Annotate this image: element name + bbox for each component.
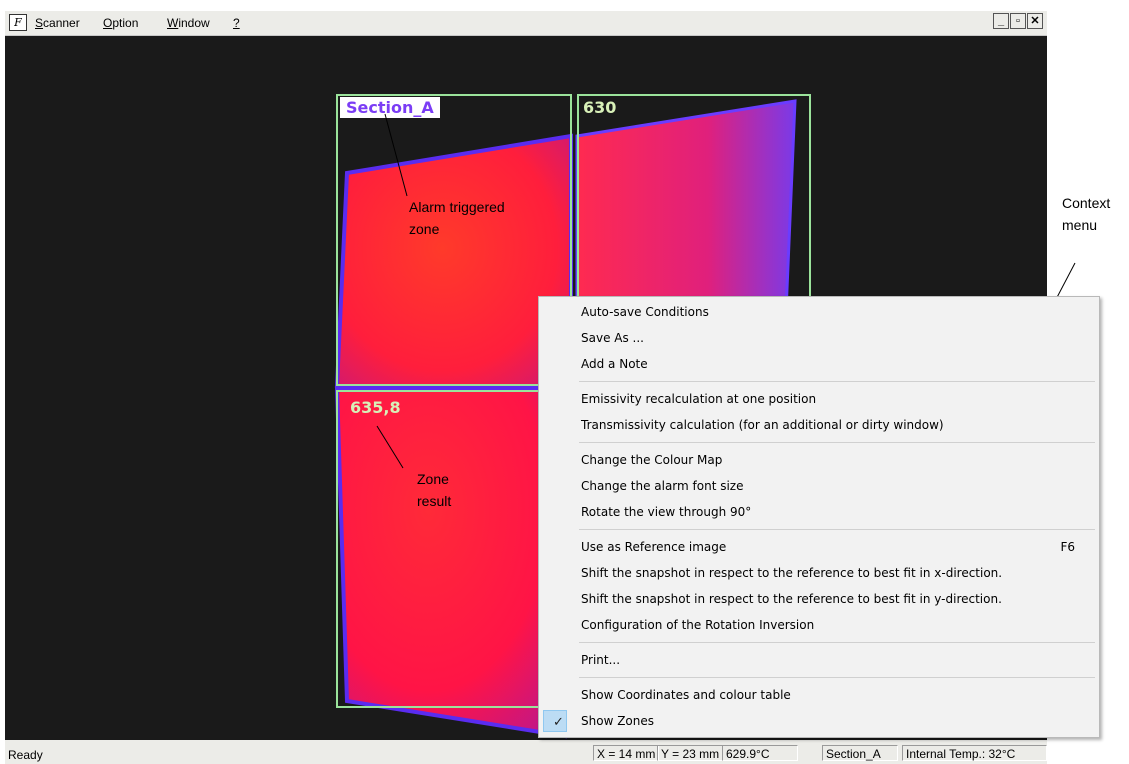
ctx-label: Print...: [581, 653, 621, 667]
ctx-rotation-inversion[interactable]: Configuration of the Rotation Inversion: [539, 613, 1097, 637]
alarm-annotation-line2: zone: [409, 221, 440, 237]
ctx-separator: [579, 677, 1095, 678]
menu-window-mnemonic: W: [167, 16, 179, 30]
zone-result-line2: result: [417, 493, 452, 509]
ctx-label: Configuration of the Rotation Inversion: [581, 618, 815, 632]
restore-button[interactable]: ▫: [1010, 13, 1026, 29]
ctx-save-as[interactable]: Save As ...: [539, 326, 1097, 350]
minimize-button[interactable]: _: [993, 13, 1009, 29]
zone-section-a-label: Section_A: [340, 97, 440, 118]
ctx-shift-x[interactable]: Shift the snapshot in respect to the ref…: [539, 561, 1097, 585]
ctx-shortcut: F6: [1060, 540, 1075, 554]
alarm-annotation: Alarm triggered zone: [409, 196, 505, 240]
menu-option-mnemonic: O: [103, 16, 113, 30]
status-bar: Ready X = 14 mm Y = 23 mm 629.9°C Sectio…: [5, 740, 1047, 764]
ctx-separator: [579, 529, 1095, 530]
ctx-label: Save As ...: [581, 331, 644, 345]
ctx-label: Change the alarm font size: [581, 479, 744, 493]
ctx-transmissivity-calc[interactable]: Transmissivity calculation (for an addit…: [539, 413, 1097, 437]
ctx-show-coordinates[interactable]: Show Coordinates and colour table: [539, 683, 1097, 707]
menu-scanner[interactable]: Scanner: [35, 16, 80, 30]
context-menu: Auto-save Conditions Save As ... Add a N…: [538, 296, 1100, 738]
ctx-show-zones[interactable]: ✓ Show Zones: [539, 709, 1097, 733]
context-menu-annotation: Context menu: [1062, 192, 1110, 236]
alarm-annotation-line1: Alarm triggered: [409, 199, 505, 215]
ctx-label: Change the Colour Map: [581, 453, 723, 467]
context-annotation-line1: Context: [1062, 195, 1111, 211]
ctx-label: Shift the snapshot in respect to the ref…: [581, 592, 1002, 606]
ctx-label: Use as Reference image: [581, 540, 727, 554]
zone-section-a[interactable]: Section_A: [336, 94, 572, 386]
menu-scanner-mnemonic: S: [35, 16, 44, 30]
ctx-change-colour-map[interactable]: Change the Colour Map: [539, 448, 1097, 472]
ctx-separator: [579, 381, 1095, 382]
ctx-change-alarm-font-size[interactable]: Change the alarm font size: [539, 474, 1097, 498]
ctx-emissivity-recalc[interactable]: Emissivity recalculation at one position: [539, 387, 1097, 411]
app-icon[interactable]: F: [9, 14, 27, 31]
ctx-add-note[interactable]: Add a Note: [539, 352, 1097, 376]
status-x: X = 14 mm: [593, 745, 660, 761]
status-section: Section_A: [822, 745, 898, 761]
zone-bottom-left[interactable]: 635,8: [336, 390, 572, 708]
ctx-separator: [579, 642, 1095, 643]
ctx-label: Emissivity recalculation at one position: [581, 392, 817, 406]
menu-option[interactable]: Option: [103, 16, 138, 30]
ctx-print[interactable]: Print...: [539, 648, 1097, 672]
status-ready: Ready: [8, 748, 43, 762]
status-temp: 629.9°C: [722, 745, 798, 761]
context-annotation-line2: menu: [1062, 217, 1098, 233]
ctx-label: Auto-save Conditions: [581, 305, 709, 319]
ctx-separator: [579, 442, 1095, 443]
menu-help[interactable]: ?: [233, 16, 240, 30]
ctx-label: Add a Note: [581, 357, 648, 371]
close-button[interactable]: ✕: [1027, 13, 1043, 29]
menu-window-rest: indow: [178, 16, 210, 30]
zone-result-annotation: Zone result: [417, 468, 451, 512]
ctx-label: Show Coordinates and colour table: [581, 688, 791, 702]
ctx-auto-save-conditions[interactable]: Auto-save Conditions: [539, 300, 1097, 324]
check-box: ✓: [543, 710, 567, 732]
menu-bar: F Scanner Option Window ? _ ▫ ✕: [5, 11, 1047, 36]
zone-bottom-left-value: 635,8: [350, 398, 401, 417]
zone-top-right-value: 630: [583, 98, 617, 117]
ctx-label: Transmissivity calculation (for an addit…: [581, 418, 944, 432]
ctx-rotate-view[interactable]: Rotate the view through 90°: [539, 500, 1097, 524]
status-internal-temp: Internal Temp.: 32°C: [902, 745, 1047, 761]
ctx-label: Show Zones: [581, 714, 654, 728]
menu-help-mnemonic: ?: [233, 16, 240, 30]
ctx-use-as-reference[interactable]: Use as Reference image F6: [539, 535, 1097, 559]
window-controls: _ ▫ ✕: [992, 13, 1043, 29]
ctx-label: Rotate the view through 90°: [581, 505, 752, 519]
status-y: Y = 23 mm: [657, 745, 724, 761]
ctx-shift-y[interactable]: Shift the snapshot in respect to the ref…: [539, 587, 1097, 611]
ctx-label: Shift the snapshot in respect to the ref…: [581, 566, 1003, 580]
zone-result-line1: Zone: [417, 471, 449, 487]
check-icon: ✓: [553, 715, 564, 730]
menu-window[interactable]: Window: [167, 16, 210, 30]
menu-option-rest: ption: [112, 16, 139, 30]
menu-scanner-rest: canner: [43, 16, 80, 30]
